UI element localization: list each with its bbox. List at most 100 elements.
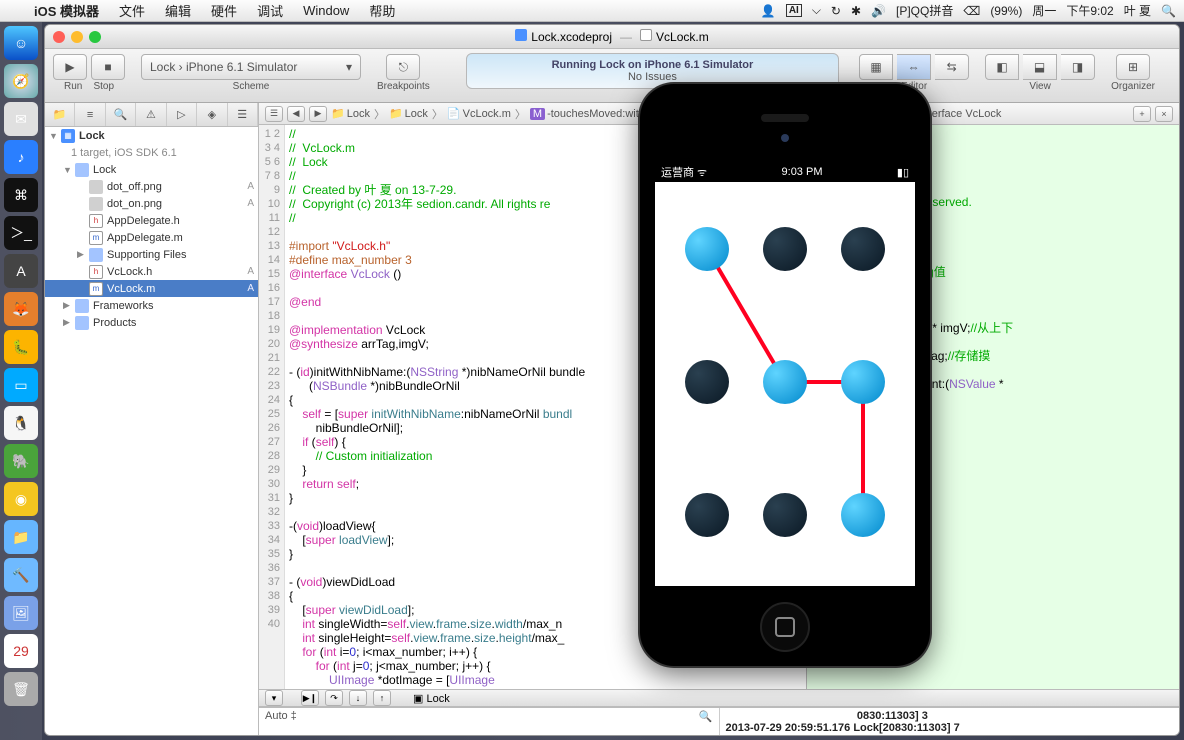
tree-item[interactable]: ▶Frameworks	[45, 297, 258, 314]
dock-chrome-icon[interactable]: ◉	[4, 482, 38, 516]
dock-calendar-icon[interactable]: 29	[4, 634, 38, 668]
minimize-button[interactable]	[71, 31, 83, 43]
step-in-button[interactable]: ↓	[349, 690, 367, 706]
dock-terminal-icon[interactable]: ⌘	[4, 178, 38, 212]
tree-item[interactable]: hAppDelegate.h	[45, 212, 258, 229]
tree-item[interactable]: mVcLock.mA	[45, 280, 258, 297]
search-nav-tab[interactable]: 🔍	[106, 103, 136, 126]
symbol-nav-tab[interactable]: ≡	[75, 103, 105, 126]
debug-nav-tab[interactable]: ▷	[167, 103, 197, 126]
status-ime[interactable]: [P]QQ拼音	[896, 2, 953, 19]
menu-debug[interactable]: 调试	[247, 1, 293, 20]
tree-item[interactable]: mAppDelegate.m	[45, 229, 258, 246]
home-button[interactable]	[760, 602, 810, 652]
continue-button[interactable]: ▶❙	[301, 690, 319, 706]
debug-thread-crumb[interactable]: Lock	[426, 693, 449, 705]
dock-firefox-icon[interactable]: 🦊	[4, 292, 38, 326]
lock-dot-6[interactable]	[841, 360, 885, 404]
project-root[interactable]: ▼▦Lock	[45, 127, 258, 144]
spotlight-icon[interactable]: 🔍	[1161, 4, 1176, 18]
toggle-nav-button[interactable]: ◧	[985, 54, 1019, 80]
back-button[interactable]: ◀	[287, 106, 305, 122]
breakpoint-nav-tab[interactable]: ◈	[197, 103, 227, 126]
dock-trash-icon[interactable]: 🗑	[4, 672, 38, 706]
dock-safari-icon[interactable]: 🧭	[4, 64, 38, 98]
status-user[interactable]: 叶 夏	[1124, 2, 1151, 19]
dock-preview-icon[interactable]: 🖼	[4, 596, 38, 630]
lock-dot-8[interactable]	[763, 493, 807, 537]
lock-dot-9[interactable]	[841, 493, 885, 537]
add-assistant-button[interactable]: +	[1133, 106, 1151, 122]
project-nav-tab[interactable]: 📁	[45, 103, 75, 126]
status-wifi-icon[interactable]: ⌵	[812, 3, 821, 18]
run-button[interactable]: ▶	[53, 54, 87, 80]
standard-editor-button[interactable]: ▦	[859, 54, 893, 80]
scheme-selector[interactable]: Lock › iPhone 6.1 Simulator▾	[141, 54, 361, 80]
dock-mail-icon[interactable]: ✉	[4, 102, 38, 136]
dock-xcode-icon[interactable]: 🔨	[4, 558, 38, 592]
organizer-button[interactable]: ⊞	[1116, 54, 1150, 80]
sim-screen[interactable]: 运营商 ᯤ 9:03 PM ▮▯	[655, 162, 915, 586]
view-segment[interactable]: ◧ ⬓ ◨	[985, 53, 1095, 81]
ios-simulator[interactable]: 运营商 ᯤ 9:03 PM ▮▯	[640, 84, 930, 666]
window-titlebar[interactable]: Lock.xcodeproj — VcLock.m	[45, 25, 1179, 49]
related-items-button[interactable]: ☰	[265, 106, 283, 122]
lock-dot-2[interactable]	[763, 227, 807, 271]
lock-dot-7[interactable]	[685, 493, 729, 537]
status-day: 周一	[1032, 2, 1056, 19]
menu-hardware[interactable]: 硬件	[201, 1, 247, 20]
tree-item[interactable]: dot_on.pngA	[45, 195, 258, 212]
tree-item[interactable]: ▶Supporting Files	[45, 246, 258, 263]
tree-item[interactable]: hVcLock.hA	[45, 263, 258, 280]
dock-app1-icon[interactable]: ▭	[4, 368, 38, 402]
status-vol-icon[interactable]: 🔊	[871, 4, 886, 18]
status-user-icon[interactable]: 👤	[761, 4, 776, 18]
breakpoints-button[interactable]: ⎋	[386, 54, 420, 80]
step-out-button[interactable]: ↑	[373, 690, 391, 706]
close-button[interactable]	[53, 31, 65, 43]
editor-mode-segment[interactable]: ▦ ⇔ ⇆	[859, 53, 969, 81]
status-ime2[interactable]: ⌫	[963, 4, 980, 18]
lock-dot-4[interactable]	[685, 360, 729, 404]
lock-pattern-area[interactable]	[655, 182, 915, 586]
hide-debug-button[interactable]: ▾	[265, 690, 283, 706]
status-sync-icon[interactable]: ↻	[831, 4, 841, 18]
status-adobe-icon[interactable]: AI	[786, 4, 802, 17]
menu-window[interactable]: Window	[293, 3, 359, 18]
zoom-button[interactable]	[89, 31, 101, 43]
menu-edit[interactable]: 编辑	[155, 1, 201, 20]
dock-appstore-icon[interactable]: A	[4, 254, 38, 288]
menu-file[interactable]: 文件	[109, 1, 155, 20]
status-bt-icon[interactable]: ✱	[851, 4, 861, 18]
project-tree[interactable]: ▼▦Lock1 target, iOS SDK 6.1▼Lockdot_off.…	[45, 127, 258, 735]
stop-button[interactable]: ■	[91, 54, 125, 80]
lock-dot-3[interactable]	[841, 227, 885, 271]
tree-item[interactable]: dot_off.pngA	[45, 178, 258, 195]
dock-terminal2-icon[interactable]: ＞_	[4, 216, 38, 250]
dock-folder-icon[interactable]: 📁	[4, 520, 38, 554]
tree-item[interactable]: ▶Products	[45, 314, 258, 331]
tree-item[interactable]: ▼Lock	[45, 161, 258, 178]
issue-nav-tab[interactable]: ⚠	[136, 103, 166, 126]
menu-help[interactable]: 帮助	[359, 1, 405, 20]
dock-finder-icon[interactable]: ☺	[4, 26, 38, 60]
lock-dot-5[interactable]	[763, 360, 807, 404]
close-assistant-button[interactable]: ×	[1155, 106, 1173, 122]
step-over-button[interactable]: ↷	[325, 690, 343, 706]
dock-itunes-icon[interactable]: ♪	[4, 140, 38, 174]
toggle-debug-button[interactable]: ⬓	[1023, 54, 1057, 80]
log-nav-tab[interactable]: ☰	[228, 103, 258, 126]
lock-dot-1[interactable]	[685, 227, 729, 271]
assistant-editor-button[interactable]: ⇔	[897, 54, 931, 80]
variables-view[interactable]: Auto ‡ 🔍	[259, 708, 720, 735]
version-editor-button[interactable]: ⇆	[935, 54, 969, 80]
forward-button[interactable]: ▶	[309, 106, 327, 122]
dock-bug-icon[interactable]: 🐛	[4, 330, 38, 364]
toolbar: ▶ ■ Run Stop Lock › iPhone 6.1 Simulator…	[45, 49, 1179, 103]
app-menu[interactable]: iOS 模拟器	[24, 1, 109, 20]
variables-scope[interactable]: Auto ‡	[265, 710, 297, 722]
dock-qq-icon[interactable]: 🐧	[4, 406, 38, 440]
project-subtitle: 1 target, iOS SDK 6.1	[45, 144, 258, 161]
dock-evernote-icon[interactable]: 🐘	[4, 444, 38, 478]
toggle-util-button[interactable]: ◨	[1061, 54, 1095, 80]
